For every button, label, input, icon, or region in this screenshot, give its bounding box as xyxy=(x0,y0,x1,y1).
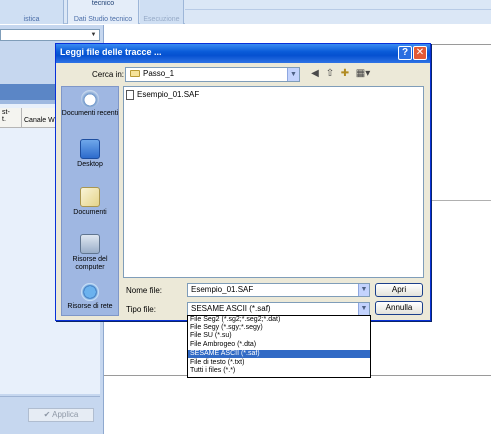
ribbon-button-tecnico[interactable]: tecnico xyxy=(68,0,138,7)
file-type-label: Tipo file: xyxy=(126,305,156,314)
chevron-down-icon[interactable]: ▼ xyxy=(287,68,299,81)
dropdown-option[interactable]: File Seg2 (*.sg2;*.seg2;*.dat) xyxy=(188,316,370,324)
recent-documents-icon xyxy=(81,90,99,108)
file-name-input[interactable]: Esempio_01.SAF xyxy=(187,283,370,297)
documents-icon xyxy=(80,187,100,207)
ribbon-group-label: istica xyxy=(23,16,40,23)
dropdown-option[interactable]: File di testo (*.txt) xyxy=(188,359,370,367)
place-my-computer[interactable]: Risorse del computer xyxy=(61,234,119,272)
ribbon-group-label: Esecuzione xyxy=(143,16,180,23)
desktop-icon xyxy=(80,139,100,159)
folder-icon xyxy=(130,70,140,77)
apply-button[interactable]: ✔ Applica xyxy=(28,408,94,422)
look-in-label: Cerca in: xyxy=(92,70,125,79)
place-label: Risorse del computer xyxy=(72,256,108,271)
place-network[interactable]: Risorse di rete xyxy=(61,283,119,311)
new-folder-icon[interactable]: ✚ xyxy=(338,67,352,81)
place-label: Documenti recenti xyxy=(61,110,119,117)
dropdown-option[interactable]: File Ambrogeo (*.dta) xyxy=(188,341,370,349)
cancel-button[interactable]: Annulla xyxy=(375,301,423,315)
computer-icon xyxy=(80,234,100,254)
place-label: Documenti xyxy=(73,209,107,216)
chevron-down-icon[interactable]: ▼ xyxy=(358,284,369,296)
chevron-down-icon[interactable]: ▼ xyxy=(89,31,98,39)
chevron-down-icon[interactable]: ▼ xyxy=(358,303,369,315)
network-icon xyxy=(81,283,99,301)
close-icon: ✕ xyxy=(415,47,425,58)
place-label: Risorse di rete xyxy=(67,303,113,310)
ribbon-group-dati-studio-tecnico[interactable]: tecnico Dati Studio tecnico xyxy=(67,0,139,24)
ribbon: istica tecnico Dati Studio tecnico Esecu… xyxy=(0,0,491,24)
back-icon[interactable]: ◀ xyxy=(308,67,322,81)
place-recent-documents[interactable]: Documenti recenti xyxy=(61,90,119,118)
look-in-value: Passo_1 xyxy=(143,69,175,78)
dropdown-option[interactable]: File SU (*.su) xyxy=(188,332,370,340)
ribbon-empty-area xyxy=(185,0,491,24)
open-button[interactable]: Apri xyxy=(375,283,423,297)
column-separator[interactable] xyxy=(21,108,22,128)
ribbon-group-esecuzione[interactable]: Esecuzione xyxy=(140,0,184,24)
file-type-select[interactable]: SESAME ASCII (*.saf) xyxy=(187,302,370,316)
close-button[interactable]: ✕ xyxy=(413,46,427,60)
up-folder-icon[interactable]: ⇧ xyxy=(323,67,337,81)
ribbon-group-statistica[interactable]: istica xyxy=(0,0,64,24)
place-documents[interactable]: Documenti xyxy=(61,187,119,217)
ribbon-group-label: Dati Studio tecnico xyxy=(73,16,133,23)
divider xyxy=(430,44,491,45)
ribbon-divider xyxy=(185,9,491,10)
divider xyxy=(0,396,100,397)
left-panel-combo[interactable]: ▼ xyxy=(0,29,100,41)
question-mark-icon: ? xyxy=(401,47,409,58)
grid-column-header[interactable]: st- t. xyxy=(2,109,20,123)
file-list[interactable] xyxy=(123,86,424,278)
list-item-file[interactable]: Esempio_01.SAF xyxy=(137,90,199,99)
file-icon[interactable] xyxy=(126,90,134,100)
help-button[interactable]: ? xyxy=(398,46,412,60)
place-desktop[interactable]: Desktop xyxy=(61,139,119,169)
place-label: Desktop xyxy=(77,161,103,168)
dropdown-option-selected[interactable]: SESAME ASCII (*.saf) xyxy=(188,350,370,358)
views-menu-icon[interactable]: ▦▾ xyxy=(354,67,372,81)
dropdown-option[interactable]: Tutti i files (*.*) xyxy=(188,367,370,375)
dropdown-option[interactable]: File Segy (*.sgy;*.segy) xyxy=(188,324,370,332)
dialog-title: Leggi file delle tracce ... xyxy=(60,47,162,57)
file-name-label: Nome file: xyxy=(126,286,163,295)
